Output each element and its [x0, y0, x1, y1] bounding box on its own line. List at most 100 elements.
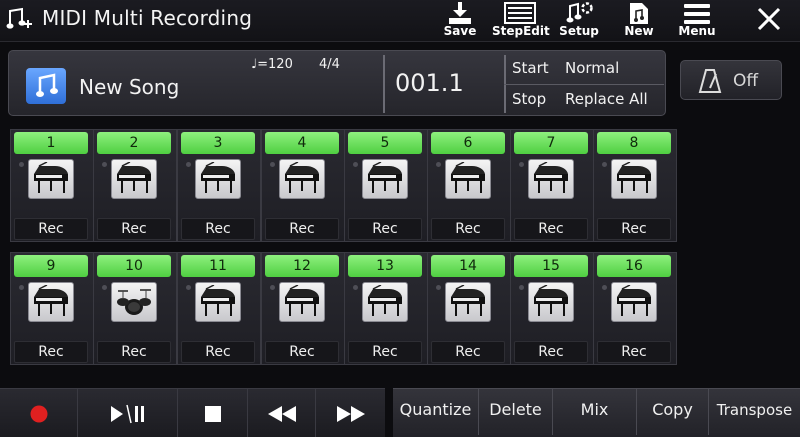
menu-button[interactable]: Menu: [676, 0, 718, 42]
instrument-voice-button[interactable]: [362, 159, 408, 199]
track-8[interactable]: 8 Rec: [593, 129, 677, 242]
stop-label: Stop: [512, 90, 547, 108]
rewind-icon: [267, 405, 296, 422]
rec-button[interactable]: Rec: [348, 218, 422, 240]
copy-button[interactable]: Copy: [637, 389, 709, 435]
track-number-button[interactable]: 5: [348, 132, 422, 154]
quantize-button[interactable]: Quantize: [393, 389, 479, 435]
close-icon[interactable]: [752, 2, 786, 36]
divider: [383, 55, 385, 113]
instrument-voice-button[interactable]: [528, 159, 574, 199]
activity-dot: [519, 285, 524, 290]
record-button[interactable]: [0, 389, 78, 437]
rec-button[interactable]: Rec: [431, 218, 505, 240]
rec-button[interactable]: Rec: [597, 218, 671, 240]
mix-button[interactable]: Mix: [553, 389, 637, 435]
rec-button[interactable]: Rec: [514, 218, 588, 240]
track-number-button[interactable]: 3: [181, 132, 255, 154]
instrument-voice-button[interactable]: [528, 282, 574, 322]
transport-bar: [0, 388, 385, 437]
track-7[interactable]: 7 Rec: [510, 129, 594, 242]
stop-button[interactable]: [178, 389, 248, 437]
instrument-voice-button[interactable]: [279, 282, 325, 322]
track-number-button[interactable]: 16: [597, 255, 671, 277]
start-value[interactable]: Normal: [565, 59, 619, 77]
grand-piano-icon: [451, 162, 485, 193]
rec-button[interactable]: Rec: [181, 341, 255, 363]
instrument-voice-button[interactable]: [195, 282, 241, 322]
rec-button[interactable]: Rec: [97, 341, 171, 363]
grand-piano-icon: [534, 162, 568, 193]
track-16[interactable]: 16 Rec: [593, 252, 677, 365]
instrument-voice-button[interactable]: [445, 282, 491, 322]
rec-button[interactable]: Rec: [97, 218, 171, 240]
rec-button[interactable]: Rec: [514, 341, 588, 363]
stop-value[interactable]: Replace All: [565, 90, 648, 108]
instrument-voice-button[interactable]: [111, 282, 157, 322]
track-13[interactable]: 13 Rec: [344, 252, 428, 365]
delete-button[interactable]: Delete: [479, 389, 553, 435]
play-pause-button[interactable]: [78, 389, 178, 437]
grand-piano-icon: [34, 162, 68, 193]
metronome-icon: [698, 69, 722, 93]
track-14[interactable]: 14 Rec: [427, 252, 511, 365]
step-edit-button[interactable]: StepEdit: [492, 0, 550, 42]
rec-button[interactable]: Rec: [348, 341, 422, 363]
track-number-button[interactable]: 15: [514, 255, 588, 277]
rec-button[interactable]: Rec: [265, 218, 339, 240]
instrument-voice-button[interactable]: [195, 159, 241, 199]
instrument-voice-button[interactable]: [111, 159, 157, 199]
instrument-voice-button[interactable]: [611, 282, 657, 322]
rec-button[interactable]: Rec: [181, 218, 255, 240]
track-number-button[interactable]: 4: [265, 132, 339, 154]
save-icon: [449, 2, 471, 24]
rec-button[interactable]: Rec: [14, 341, 88, 363]
track-number-button[interactable]: 1: [14, 132, 88, 154]
track-15[interactable]: 15 Rec: [510, 252, 594, 365]
rec-button[interactable]: Rec: [431, 341, 505, 363]
track-number-button[interactable]: 8: [597, 132, 671, 154]
track-3[interactable]: 3 Rec: [177, 129, 261, 242]
track-number-button[interactable]: 14: [431, 255, 505, 277]
track-number-button[interactable]: 6: [431, 132, 505, 154]
instrument-voice-button[interactable]: [445, 159, 491, 199]
instrument-voice-button[interactable]: [28, 282, 74, 322]
save-button[interactable]: Save: [440, 0, 480, 42]
activity-dot: [186, 285, 191, 290]
track-11[interactable]: 11 Rec: [177, 252, 261, 365]
setup-button[interactable]: Setup: [556, 0, 602, 42]
track-1[interactable]: 1 Rec: [10, 129, 94, 242]
song-info-panel[interactable]: New Song ♩=120 4/4 001.1 Start Normal St…: [8, 50, 666, 116]
instrument-voice-button[interactable]: [362, 282, 408, 322]
rewind-button[interactable]: [248, 389, 316, 437]
rec-button[interactable]: Rec: [14, 218, 88, 240]
track-10[interactable]: 10 Rec: [93, 252, 177, 365]
activity-dot: [19, 162, 24, 167]
track-number-button[interactable]: 10: [97, 255, 171, 277]
track-number-button[interactable]: 13: [348, 255, 422, 277]
transpose-button[interactable]: Transpose: [709, 389, 800, 435]
track-12[interactable]: 12 Rec: [261, 252, 345, 365]
track-2[interactable]: 2 Rec: [93, 129, 177, 242]
instrument-voice-button[interactable]: [279, 159, 325, 199]
step-edit-icon: [504, 2, 536, 24]
rec-button[interactable]: Rec: [265, 341, 339, 363]
edit-bar: Quantize Delete Mix Copy Transpose: [393, 388, 800, 437]
track-number-button[interactable]: 7: [514, 132, 588, 154]
track-number-button[interactable]: 12: [265, 255, 339, 277]
grand-piano-icon: [201, 285, 235, 316]
rec-button[interactable]: Rec: [597, 341, 671, 363]
track-6[interactable]: 6 Rec: [427, 129, 511, 242]
metronome-button[interactable]: Off: [680, 60, 782, 100]
track-number-button[interactable]: 11: [181, 255, 255, 277]
start-label: Start: [512, 59, 549, 77]
fast-forward-button[interactable]: [316, 389, 385, 437]
instrument-voice-button[interactable]: [28, 159, 74, 199]
track-number-button[interactable]: 2: [97, 132, 171, 154]
track-5[interactable]: 5 Rec: [344, 129, 428, 242]
track-9[interactable]: 9 Rec: [10, 252, 94, 365]
new-button[interactable]: New: [620, 0, 658, 42]
track-number-button[interactable]: 9: [14, 255, 88, 277]
track-4[interactable]: 4 Rec: [261, 129, 345, 242]
instrument-voice-button[interactable]: [611, 159, 657, 199]
